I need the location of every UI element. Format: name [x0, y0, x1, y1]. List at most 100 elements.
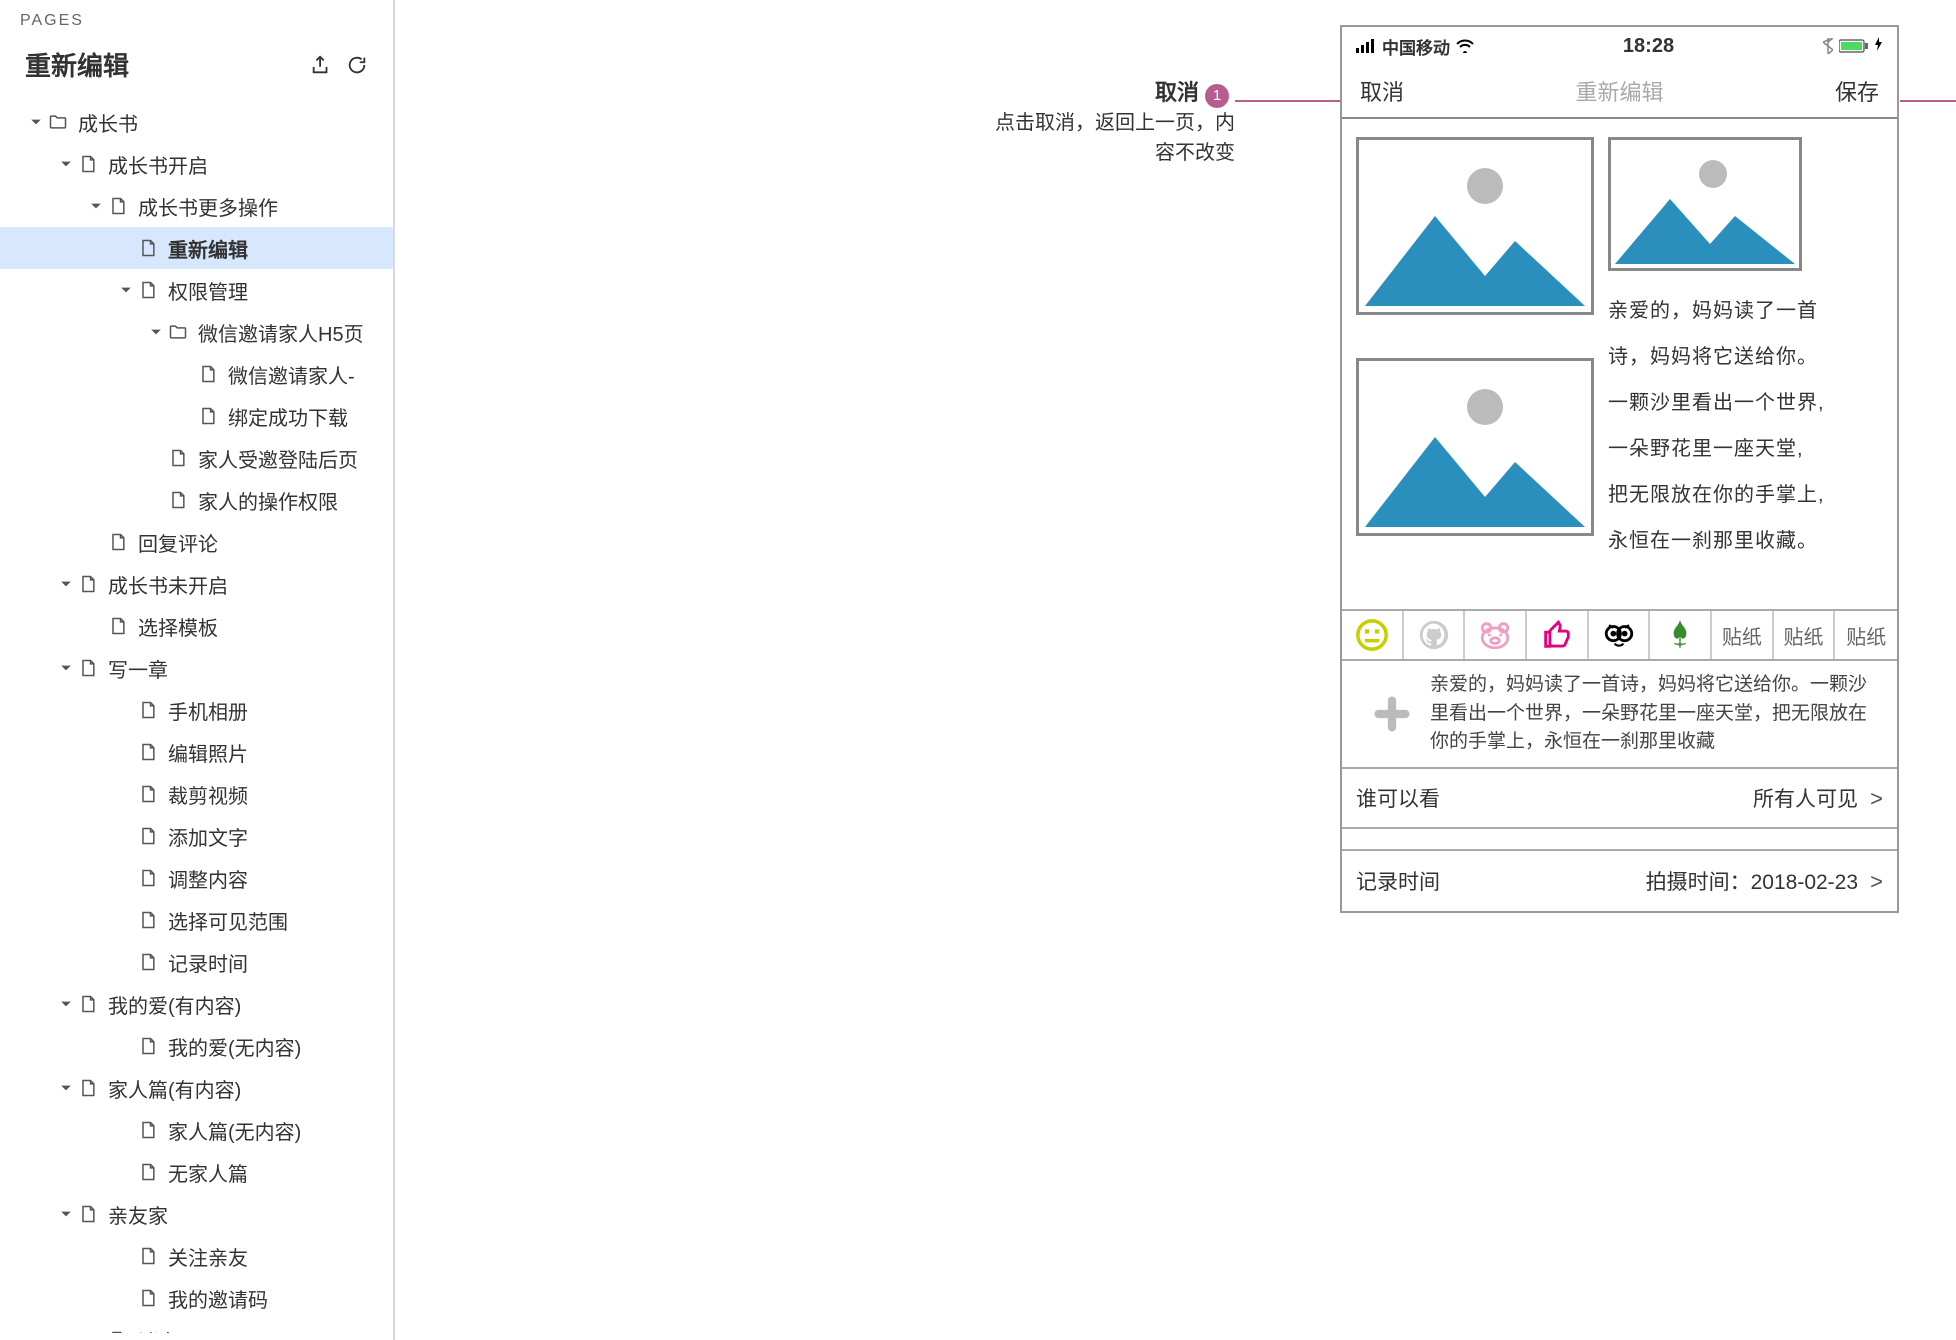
sticker-github-icon[interactable]: [1404, 611, 1466, 659]
sidebar: PAGES 重新编辑 成长书成长书开启成长书更多操作重新编辑权限管理微信邀请家人…: [0, 0, 395, 1340]
image-placeholder-large-1[interactable]: [1356, 137, 1594, 315]
tree-item[interactable]: 微信邀请家人H5页: [0, 311, 393, 353]
tree-item-label: 微信邀请家人-: [228, 360, 355, 389]
tree-item-label: 绑定成功下载: [228, 402, 348, 431]
tree-item[interactable]: 无家人篇: [0, 1151, 393, 1193]
tree-item-label: 调整内容: [168, 864, 248, 893]
sticker-smiley-icon[interactable]: [1342, 611, 1404, 659]
tree-item[interactable]: 权限管理: [0, 269, 393, 311]
tree-item[interactable]: 选择模板: [0, 605, 393, 647]
tree-item-label: 我的爱(无内容): [168, 1032, 301, 1061]
tree-item[interactable]: 编辑照片: [0, 731, 393, 773]
tree-item[interactable]: 绑定成功下载: [0, 395, 393, 437]
annotation-cancel: 取消1 点击取消，返回上一页，内容不改变: [995, 75, 1235, 168]
visibility-row[interactable]: 谁可以看 所有人可见 >: [1342, 769, 1897, 829]
sticker-label-2[interactable]: 贴纸: [1774, 611, 1836, 659]
tree-item[interactable]: 亲友家: [0, 1193, 393, 1235]
tree-item[interactable]: 我的爱(无内容): [0, 1025, 393, 1067]
caption-row: 亲爱的，妈妈读了一首诗，妈妈将它送给你。一颗沙里看出一个世界，一朵野花里一座天堂…: [1342, 661, 1897, 769]
tree-item[interactable]: 记录时间: [0, 941, 393, 983]
add-caption-button[interactable]: [1354, 671, 1430, 757]
poem-text: 亲爱的，妈妈读了一首 诗，妈妈将它送给你。 一颗沙里看出一个世界, 一朵野花里一…: [1604, 274, 1883, 564]
navbar: 取消 重新编辑 保存: [1342, 65, 1897, 117]
sticker-label-1[interactable]: 贴纸: [1712, 611, 1774, 659]
sticker-leaf-icon[interactable]: [1650, 611, 1712, 659]
tree-item-label: 写一章: [108, 654, 168, 683]
cancel-button[interactable]: 取消: [1360, 75, 1404, 107]
tree-item[interactable]: 成长书更多操作: [0, 185, 393, 227]
annotation-badge-1: 1: [1205, 84, 1229, 108]
tree-item-label: 选择可见范围: [168, 906, 288, 935]
image-placeholder-large-2[interactable]: [1356, 358, 1594, 536]
tree-item[interactable]: 关注亲友: [0, 1235, 393, 1277]
tree-item-label: 权限管理: [168, 276, 248, 305]
tree-item-label: 成长书更多操作: [138, 192, 278, 221]
tree-item[interactable]: 消息: [0, 1319, 393, 1333]
tree-item-label: 选择模板: [138, 612, 218, 641]
tree-item[interactable]: 家人篇(无内容): [0, 1109, 393, 1151]
sticker-pig-icon[interactable]: [1465, 611, 1527, 659]
tree-item[interactable]: 家人受邀登陆后页: [0, 437, 393, 479]
annotation-connector-left: [1235, 100, 1340, 102]
refresh-icon[interactable]: [346, 54, 368, 76]
tree-item-label: 无家人篇: [168, 1158, 248, 1187]
annotation-body: 点击取消，返回上一页，内容不改变: [995, 108, 1235, 168]
tree-item[interactable]: 我的邀请码: [0, 1277, 393, 1319]
tree-item-label: 成长书: [78, 108, 138, 137]
image-placeholder-small[interactable]: [1608, 137, 1802, 271]
share-icon[interactable]: [310, 54, 332, 76]
status-time: 18:28: [1623, 35, 1674, 58]
caption-text[interactable]: 亲爱的，妈妈读了一首诗，妈妈将它送给你。一颗沙里看出一个世界，一朵野花里一座天堂…: [1430, 671, 1885, 757]
annotation-title: 取消: [1155, 80, 1199, 105]
sticker-label-3[interactable]: 贴纸: [1835, 611, 1897, 659]
tree-item[interactable]: 手机相册: [0, 689, 393, 731]
tree-item-label: 手机相册: [168, 696, 248, 725]
sidebar-section-label: PAGES: [0, 0, 393, 36]
bluetooth-icon: [1823, 38, 1833, 54]
signal-icon: [1356, 39, 1376, 53]
tree-item-label: 编辑照片: [168, 738, 248, 767]
status-bar: 中国移动 18:28: [1342, 27, 1897, 65]
tree-item-label: 我的邀请码: [168, 1284, 268, 1313]
record-time-label: 记录时间: [1356, 866, 1440, 896]
chevron-right-icon: >: [1864, 869, 1883, 894]
tree-item-label: 微信邀请家人H5页: [198, 318, 364, 347]
tree-item[interactable]: 调整内容: [0, 857, 393, 899]
tree-item[interactable]: 裁剪视频: [0, 773, 393, 815]
canvas: 取消1 点击取消，返回上一页，内容不改变 2保存 点击保存，弹出弹框1：保存成功…: [395, 0, 1956, 1340]
record-time-row[interactable]: 记录时间 拍摄时间：2018-02-23 >: [1342, 851, 1897, 911]
sticker-thumbsup-icon[interactable]: [1527, 611, 1589, 659]
save-button[interactable]: 保存: [1835, 75, 1879, 107]
sticker-owl-icon[interactable]: [1589, 611, 1651, 659]
tree-item-label: 重新编辑: [168, 234, 248, 263]
carrier-label: 中国移动: [1382, 34, 1450, 59]
tree-item[interactable]: 重新编辑: [0, 227, 393, 269]
battery-icon: [1839, 39, 1869, 53]
tree-item[interactable]: 微信邀请家人-: [0, 353, 393, 395]
tree-item-label: 回复评论: [138, 528, 218, 557]
tree-item-label: 我的爱(有内容): [108, 990, 241, 1019]
tree-item[interactable]: 选择可见范围: [0, 899, 393, 941]
tree-item-label: 记录时间: [168, 948, 248, 977]
tree-item[interactable]: 添加文字: [0, 815, 393, 857]
tree-item-label: 家人篇(有内容): [108, 1074, 241, 1103]
tree-item[interactable]: 成长书未开启: [0, 563, 393, 605]
visibility-label: 谁可以看: [1356, 783, 1440, 813]
tree-item[interactable]: 家人的操作权限: [0, 479, 393, 521]
tree-item-label: 裁剪视频: [168, 780, 248, 809]
tree-item[interactable]: 家人篇(有内容): [0, 1067, 393, 1109]
tree-item-label: 关注亲友: [168, 1242, 248, 1271]
navbar-title: 重新编辑: [1575, 75, 1663, 107]
device-mockup: 中国移动 18:28 取消 重新编辑 保存: [1340, 25, 1899, 913]
tree-item-label: 家人篇(无内容): [168, 1116, 301, 1145]
chevron-right-icon: >: [1864, 786, 1883, 811]
page-title: 重新编辑: [25, 46, 129, 83]
record-time-value: 拍摄时间：2018-02-23: [1646, 871, 1858, 894]
tree-item[interactable]: 写一章: [0, 647, 393, 689]
tree-item[interactable]: 我的爱(有内容): [0, 983, 393, 1025]
tree-item-label: 成长书开启: [108, 150, 208, 179]
tree-item[interactable]: 成长书: [0, 101, 393, 143]
tree-item[interactable]: 成长书开启: [0, 143, 393, 185]
tree-item[interactable]: 回复评论: [0, 521, 393, 563]
visibility-value: 所有人可见: [1753, 788, 1858, 811]
